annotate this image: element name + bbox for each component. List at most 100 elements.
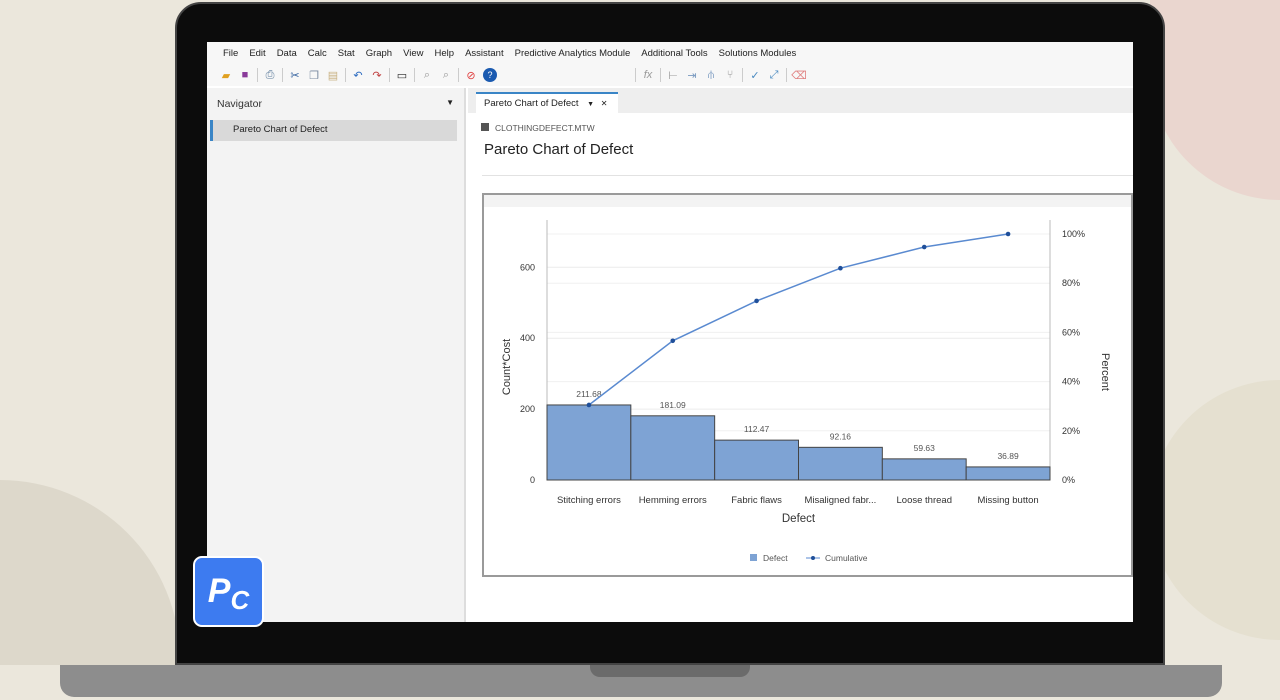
cancel-icon[interactable]: ⊘	[464, 68, 478, 82]
redo-icon[interactable]: ↷	[370, 68, 384, 82]
close-icon[interactable]: ✕	[601, 99, 608, 108]
y-tick-label: 0	[530, 475, 535, 485]
print-icon[interactable]: ⎙	[263, 68, 277, 82]
tab-pareto-chart[interactable]: Pareto Chart of Defect ▼ ✕	[476, 92, 618, 113]
x-tick-label: Loose thread	[897, 495, 952, 506]
minitab-window: File Edit Data Calc Stat Graph View Help Assista…	[207, 42, 1133, 622]
background-shape	[0, 480, 180, 665]
brush-icon[interactable]: ✓	[748, 68, 762, 82]
menu-item-additional-tools[interactable]: Additional Tools	[641, 48, 707, 59]
toolbar: ▰ ■ ⎙ ✂ ❐ ▤ ↶ ↷ ▭ ⌕ ⌕ ⊘ ? fx ⊢ ⇥ ⫛ ⑂ ✓ ⤢…	[207, 64, 1133, 86]
x-tick-label: Missing button	[977, 495, 1038, 506]
menu-bar: File Edit Data Calc Stat Graph View Help Assista…	[207, 42, 1133, 64]
formula-icon[interactable]: fx	[641, 68, 655, 82]
x-tick-label: Stitching errors	[557, 495, 621, 506]
help-icon[interactable]: ?	[483, 68, 497, 82]
separator	[345, 68, 346, 82]
worksheet-name: CLOTHINGDEFECT.MTW	[495, 123, 595, 133]
cumulative-point	[838, 265, 843, 271]
menu-item-data[interactable]: Data	[277, 48, 297, 59]
y2-tick-label: 60%	[1062, 327, 1080, 337]
chevron-down-icon[interactable]: ▼	[446, 98, 454, 107]
x-tick-label: Hemming errors	[639, 495, 707, 506]
legend-defect-label: Defect	[763, 553, 788, 563]
navigator-panel: Navigator ▼ Pareto Chart of Defect	[207, 88, 466, 622]
navigator-title: Navigator	[217, 98, 262, 110]
bar-3	[798, 446, 883, 481]
bar-0	[546, 404, 632, 481]
laptop-notch	[590, 665, 750, 677]
worksheet-icon	[481, 123, 489, 131]
y2-tick-label: 100%	[1062, 229, 1085, 239]
tree-icon[interactable]: ⊢	[666, 68, 680, 82]
menu-item-help[interactable]: Help	[435, 48, 455, 59]
open-icon[interactable]: ▰	[219, 68, 233, 82]
legend-cumulative-marker	[811, 556, 815, 560]
menu-item-assistant[interactable]: Assistant	[465, 48, 504, 59]
cumulative-point	[670, 338, 676, 344]
page-title: Pareto Chart of Defect	[484, 141, 634, 158]
x-tick-label: Fabric flaws	[731, 495, 782, 506]
data-label: 59.63	[914, 443, 936, 453]
y2-tick-label: 40%	[1062, 377, 1080, 387]
cumulative-point	[586, 402, 592, 408]
separator	[257, 68, 258, 82]
save-icon[interactable]: ■	[238, 68, 252, 82]
find-icon[interactable]: ⌕	[420, 68, 434, 82]
eraser-icon[interactable]: ⌫	[791, 68, 807, 82]
separator	[282, 68, 283, 82]
cumulative-point	[1005, 231, 1011, 237]
y2-tick-label: 0%	[1062, 475, 1075, 485]
separator	[786, 68, 787, 82]
separator	[389, 68, 390, 82]
bar-5	[965, 466, 1051, 481]
menu-item-view[interactable]: View	[403, 48, 423, 59]
chevron-down-icon[interactable]: ▼	[587, 101, 594, 108]
data-label: 112.47	[744, 424, 770, 434]
chart-svg: 02004006000%20%40%60%80%100%211.68Stitch…	[484, 195, 1131, 563]
separator	[660, 68, 661, 82]
copy-icon[interactable]: ❐	[307, 68, 321, 82]
data-label: 181.09	[660, 400, 686, 410]
menu-item-predictive-analytics-module[interactable]: Predictive Analytics Module	[515, 48, 631, 59]
y-axis-title: Count*Cost	[501, 339, 513, 395]
pareto-chart[interactable]: 0 200 400 600 0% 20% 40% 60% 80% 100% 211.68 Stitch…	[482, 193, 1133, 577]
x-axis-title: Defect	[782, 513, 816, 525]
cumulative-point	[921, 244, 927, 250]
menu-item-file[interactable]: File	[223, 48, 238, 59]
worksheet-label: CLOTHINGDEFECT.MTW	[481, 123, 595, 133]
menu-item-edit[interactable]: Edit	[249, 48, 265, 59]
legend-defect-swatch	[750, 554, 757, 561]
paste-icon[interactable]: ▤	[326, 68, 340, 82]
x-tick-label: Misaligned fabr...	[805, 495, 877, 506]
navigator-item-pareto-chart[interactable]: Pareto Chart of Defect	[210, 120, 457, 141]
cumulative-point	[754, 298, 759, 304]
menu-item-solutions-modules[interactable]: Solutions Modules	[719, 48, 797, 59]
tab-strip: Pareto Chart of Defect ▼ ✕	[468, 88, 1133, 113]
find-next-icon[interactable]: ⌕	[439, 68, 453, 82]
menu-item-calc[interactable]: Calc	[308, 48, 327, 59]
chart-header-band	[484, 195, 1131, 207]
window-icon[interactable]: ▭	[395, 68, 409, 82]
data-label: 36.89	[997, 451, 1019, 461]
brand-logo: PC	[193, 556, 264, 627]
y2-axis-title: Percent	[1099, 353, 1111, 391]
cumulative-line	[588, 233, 1009, 406]
data-label: 92.16	[830, 431, 852, 441]
hierarchy-icon[interactable]: ⫛	[704, 68, 718, 82]
branch-icon[interactable]: ⑂	[723, 68, 737, 82]
y2-tick-label: 80%	[1062, 278, 1080, 288]
connect-icon[interactable]: ⇥	[685, 68, 699, 82]
menu-item-graph[interactable]: Graph	[366, 48, 392, 59]
tab-label: Pareto Chart of Defect	[484, 98, 579, 109]
divider	[482, 175, 1133, 176]
graph-edit-icon[interactable]: ⤢	[767, 68, 781, 82]
laptop-base	[60, 665, 1222, 697]
menu-item-stat[interactable]: Stat	[338, 48, 355, 59]
y-tick-label: 400	[520, 333, 535, 343]
y-tick-label: 200	[520, 404, 535, 414]
separator	[742, 68, 743, 82]
background-shape	[1150, 380, 1280, 640]
undo-icon[interactable]: ↶	[351, 68, 365, 82]
cut-icon[interactable]: ✂	[288, 68, 302, 82]
